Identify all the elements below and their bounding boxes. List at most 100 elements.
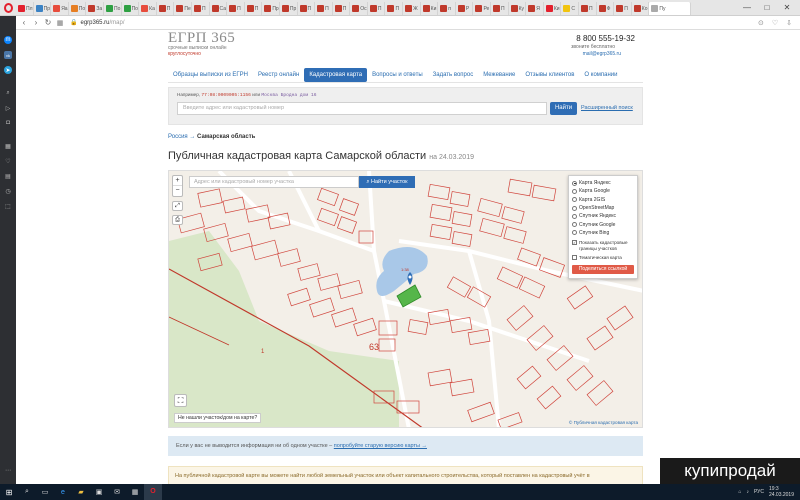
parcel-outline[interactable] [407, 319, 429, 335]
share-link-button[interactable]: Поделиться ссылкой [572, 265, 634, 275]
store-icon[interactable]: ▣ [90, 488, 108, 496]
network-icon[interactable]: ⌂ [738, 489, 741, 495]
browser-tab[interactable]: П [192, 2, 210, 15]
bookmark-heart-icon[interactable]: ♡ [772, 19, 778, 27]
browser-tab[interactable]: П [385, 2, 404, 15]
browser-tab[interactable]: По [69, 2, 87, 15]
extensions-icon[interactable]: ⬚ [4, 202, 12, 210]
minimize-icon[interactable]: — [740, 3, 754, 12]
parcel-outline[interactable] [479, 217, 505, 238]
browser-tab[interactable]: Пл [16, 2, 34, 15]
parcel-outline[interactable] [497, 412, 523, 428]
parcel-outline[interactable] [466, 286, 492, 308]
parcel-outline[interactable] [336, 216, 358, 234]
parcel-outline[interactable] [477, 197, 503, 218]
browser-tab[interactable]: По [122, 2, 140, 15]
cadastral-map[interactable]: 63 1 1:38 + − ⤢ ⎙ Адрес или кадастровый … [168, 170, 643, 428]
nav-faq[interactable]: Вопросы и ответы [367, 68, 428, 82]
messenger-icon[interactable]: m [4, 36, 12, 44]
edge-icon[interactable]: e [54, 489, 72, 496]
parcel-outline[interactable] [251, 239, 279, 261]
browser-tab[interactable]: П [579, 2, 597, 15]
parcel-outline[interactable] [429, 223, 453, 241]
search-icon[interactable]: ⌕ [4, 89, 12, 97]
speed-dial-icon[interactable]: ▦ [54, 19, 66, 27]
nav-surveying[interactable]: Межевание [478, 68, 520, 82]
layer-2gis-map[interactable]: Карта 2GIS [572, 196, 634, 204]
browser-tab[interactable]: Ка [139, 2, 157, 15]
nav-cadastral-map[interactable]: Кадастровая карта [304, 67, 368, 82]
maximize-icon[interactable]: □ [760, 3, 774, 12]
example-address[interactable]: Москва Бродна дом 16 [261, 93, 316, 98]
browser-tab[interactable]: П [333, 2, 351, 15]
parcel-outline[interactable] [451, 231, 473, 247]
find-parcel-button[interactable]: ⌕ Найти участок [359, 176, 415, 188]
layer-google-satellite[interactable]: Спутник Google [572, 220, 634, 228]
history-icon[interactable]: ◷ [4, 187, 12, 195]
advanced-search-link[interactable]: Расширенный поиск [581, 102, 633, 115]
parcel-outline[interactable] [501, 206, 525, 224]
browser-tab[interactable]: Ки [421, 2, 439, 15]
nav-about[interactable]: О компании [579, 68, 622, 82]
app-icon[interactable]: ▦ [126, 488, 144, 496]
browser-tab[interactable]: Р [456, 2, 474, 15]
zoom-in-button[interactable]: + [173, 176, 182, 186]
parcel-outline[interactable] [427, 183, 451, 201]
parcel-outline[interactable] [197, 188, 223, 208]
browser-tab[interactable]: С [561, 2, 579, 15]
clock[interactable]: 19:3 24.03.2019 [769, 486, 794, 498]
url-field[interactable]: 🔒 egrp365.ru/map/ [70, 19, 125, 27]
browser-tab[interactable]: Ре [473, 2, 492, 15]
nav-reviews[interactable]: Отзывы клиентов [520, 68, 579, 82]
parcel-outline[interactable] [586, 325, 614, 351]
browser-tab[interactable]: Ко [632, 2, 650, 15]
parcel-outline[interactable] [503, 226, 527, 244]
heart-icon[interactable]: ♡ [4, 157, 12, 165]
old-version-link[interactable]: попробуйте старую версию карты → [334, 443, 427, 449]
address-search-input[interactable]: Введите адрес или кадастровый номер [177, 102, 547, 115]
parcel-outline[interactable] [446, 276, 472, 298]
map-attribution[interactable]: © Публичная кадастровая карта [569, 420, 638, 425]
measure-icon[interactable]: ⤢ [172, 201, 183, 211]
lang-indicator[interactable]: РУС [754, 489, 764, 495]
email-link[interactable]: mail@egrp365.ru [583, 51, 621, 57]
parcel-outline[interactable] [338, 198, 360, 216]
download-icon[interactable]: ⇩ [786, 19, 792, 27]
parcel-outline[interactable] [467, 401, 495, 423]
parcel-outline[interactable] [227, 232, 253, 253]
opera-taskbar-icon[interactable]: O [144, 484, 162, 500]
breadcrumb-root[interactable]: Россия [168, 134, 188, 140]
layer-yandex-map[interactable]: Карта Яндекс [572, 179, 634, 187]
browser-tab[interactable]: Пр [34, 2, 52, 15]
reload-icon[interactable]: ↻ [42, 18, 54, 27]
windows-start-icon[interactable]: ⊞ [0, 488, 18, 497]
parcel-outline[interactable] [449, 191, 471, 207]
parcel-outline[interactable] [496, 266, 524, 289]
parcel-outline[interactable] [518, 276, 546, 299]
thematic-map-checkbox[interactable]: Тематическая карта [572, 255, 634, 261]
speed-dial-icon[interactable]: ▦ [4, 142, 12, 150]
mail-icon[interactable]: ✉ [108, 488, 126, 496]
browser-tab[interactable]: Ки [544, 2, 562, 15]
parcel-outline[interactable] [297, 263, 321, 281]
parcel-outline[interactable] [429, 203, 453, 222]
parcel-outline[interactable] [566, 285, 594, 310]
map-search-input[interactable]: Адрес или кадастровый номер участка [189, 176, 359, 188]
parcel-outline[interactable] [353, 317, 377, 337]
parcel-outline[interactable] [586, 380, 614, 406]
parcel-outline[interactable] [317, 207, 339, 227]
parcel-outline[interactable] [516, 365, 542, 390]
browser-tab[interactable]: П [245, 2, 263, 15]
browser-tab[interactable]: П [614, 2, 632, 15]
explorer-icon[interactable]: ▰ [72, 488, 90, 496]
parcel-outline[interactable] [507, 178, 533, 197]
parcel-outline[interactable] [531, 184, 557, 202]
task-view-icon[interactable]: ▭ [36, 488, 54, 496]
parcel-outline[interactable] [331, 307, 357, 328]
layer-osm[interactable]: OpenStreetMap [572, 204, 634, 212]
layer-yandex-satellite[interactable]: Спутник Яндекс [572, 212, 634, 220]
browser-tab[interactable]: п [438, 2, 456, 15]
browser-tab[interactable]: Ос [350, 2, 368, 15]
news-icon[interactable]: ▤ [4, 172, 12, 180]
parcel-outline[interactable] [287, 287, 311, 307]
